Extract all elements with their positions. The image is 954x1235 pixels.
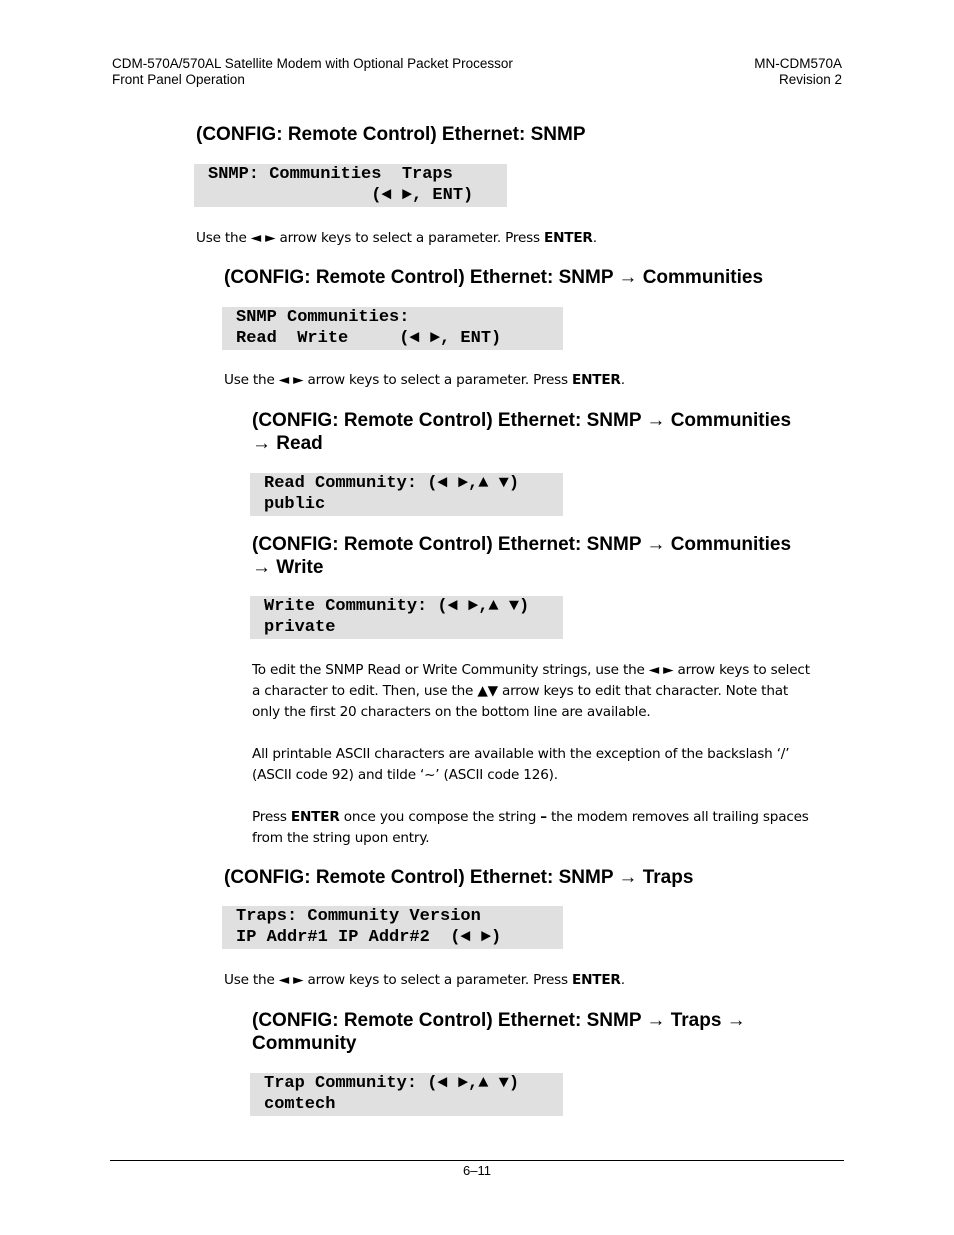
chapter-title: Front Panel Operation	[112, 72, 245, 87]
lcd-display-snmp: SNMP: Communities Traps (◄ ►, ENT)	[194, 164, 507, 207]
lcd-line-1: Traps: Community Version	[236, 907, 481, 926]
document-header-left: CDM-570A/570AL Satellite Modem with Opti…	[112, 56, 513, 88]
manual-number: MN-CDM570A	[754, 56, 842, 71]
lcd-display-write-community: Write Community: (◄ ►,▲ ▼) private	[250, 596, 563, 639]
lcd-line-2: comtech	[264, 1095, 336, 1114]
lcd-line-1: Read Community: (◄ ►,▲ ▼)	[264, 474, 520, 493]
lcd-line-2: Read Write (◄ ►, ENT)	[236, 329, 502, 348]
lcd-line-2: (◄ ►, ENT)	[208, 186, 474, 205]
lcd-line-2: private	[264, 618, 336, 637]
revision: Revision 2	[778, 72, 842, 87]
instruction-text: Use the ◄ ► arrow keys to select a param…	[196, 230, 597, 246]
paragraph-enter-note: Press ENTER once you compose the string …	[252, 809, 809, 846]
section-heading-communities: (CONFIG: Remote Control) Ethernet: SNMP …	[224, 267, 764, 288]
lcd-display-read-community: Read Community: (◄ ►,▲ ▼) public	[250, 473, 563, 516]
section-heading-snmp: (CONFIG: Remote Control) Ethernet: SNMP	[196, 124, 586, 145]
lcd-line-1: SNMP: Communities Traps	[208, 165, 453, 184]
footer-divider	[110, 1160, 844, 1161]
page-number: 6–11	[463, 1163, 491, 1178]
instruction-text: Use the ◄ ► arrow keys to select a param…	[224, 972, 625, 988]
paragraph-edit-instructions: To edit the SNMP Read or Write Community…	[252, 662, 810, 720]
section-heading-traps: (CONFIG: Remote Control) Ethernet: SNMP …	[224, 867, 694, 888]
paragraph-ascii-note: All printable ASCII characters are avail…	[252, 746, 790, 783]
lcd-line-1: Write Community: (◄ ►,▲ ▼)	[264, 597, 530, 616]
section-heading-communities-read: (CONFIG: Remote Control) Ethernet: SNMP …	[252, 410, 792, 454]
lcd-line-2: public	[264, 495, 326, 514]
lcd-line-1: SNMP Communities:	[236, 308, 410, 327]
instruction-text: Use the ◄ ► arrow keys to select a param…	[224, 372, 625, 388]
document-title: CDM-570A/570AL Satellite Modem with Opti…	[112, 56, 513, 71]
lcd-line-1: Trap Community: (◄ ►,▲ ▼)	[264, 1074, 520, 1093]
section-heading-communities-write: (CONFIG: Remote Control) Ethernet: SNMP …	[252, 534, 792, 578]
lcd-display-trap-community: Trap Community: (◄ ►,▲ ▼) comtech	[250, 1073, 563, 1116]
lcd-display-communities: SNMP Communities: Read Write (◄ ►, ENT)	[222, 307, 563, 350]
lcd-line-2: IP Addr#1 IP Addr#2 (◄ ►)	[236, 928, 502, 947]
document-header-right: MN-CDM570A Revision 2	[754, 56, 842, 88]
section-heading-traps-community: (CONFIG: Remote Control) Ethernet: SNMP …	[252, 1010, 746, 1054]
lcd-display-traps: Traps: Community Version IP Addr#1 IP Add…	[222, 906, 563, 949]
